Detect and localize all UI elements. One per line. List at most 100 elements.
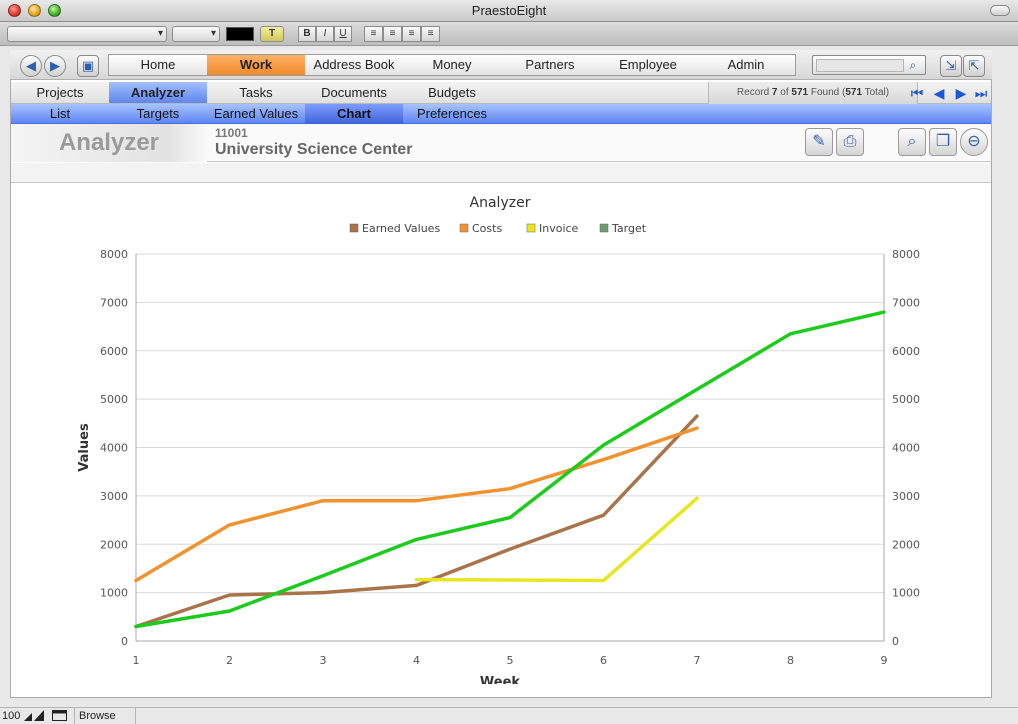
- tab-money[interactable]: Money: [403, 55, 501, 75]
- tab-home[interactable]: Home: [109, 55, 207, 75]
- forward-arrow-icon[interactable]: ▶: [44, 55, 66, 77]
- y-tick-label: 3000: [100, 490, 128, 503]
- project-number: 11001: [215, 126, 248, 140]
- x-tick-label: 4: [413, 654, 420, 667]
- zoom-level[interactable]: 100: [2, 708, 20, 724]
- divider-band: [11, 163, 991, 183]
- next-record-icon[interactable]: ▶: [951, 84, 971, 102]
- collapse-icon[interactable]: ⇲: [940, 55, 962, 77]
- y-tick-label: 5000: [100, 393, 128, 406]
- search-box: ⌕: [812, 55, 926, 75]
- align-center-button[interactable]: ≡: [383, 26, 402, 42]
- y2-tick-label: 6000: [892, 345, 920, 358]
- legend-swatch: [526, 223, 536, 233]
- align-justify-button[interactable]: ≡: [421, 26, 440, 42]
- y2-tick-label: 4000: [892, 442, 920, 455]
- italic-button[interactable]: I: [316, 26, 334, 42]
- legend-swatch: [599, 223, 609, 233]
- chart-title: Analyzer: [470, 195, 531, 211]
- minus-icon[interactable]: ⊖: [960, 128, 988, 156]
- tab-list[interactable]: List: [11, 104, 109, 124]
- window-titlebar: PraestoEight: [0, 0, 1018, 22]
- record-header: Analyzer 11001 University Science Center…: [11, 124, 991, 162]
- legend-label: Earned Values: [362, 222, 440, 235]
- last-record-icon[interactable]: ⏭: [971, 84, 991, 102]
- minimize-window-button[interactable]: [28, 4, 41, 17]
- x-tick-label: 2: [226, 654, 233, 667]
- tab-admin[interactable]: Admin: [697, 55, 795, 75]
- y-tick-label: 8000: [100, 248, 128, 261]
- x-tick-label: 7: [694, 654, 701, 667]
- y-tick-label: 4000: [100, 442, 128, 455]
- duplicate-icon[interactable]: ❐: [929, 128, 957, 156]
- y-axis-label: Values: [77, 423, 92, 472]
- tab-preferences[interactable]: Preferences: [403, 104, 501, 124]
- font-size-select[interactable]: [172, 26, 220, 42]
- y-tick-label: 0: [121, 635, 128, 648]
- legend-label: Invoice: [539, 222, 579, 235]
- tab-address-book[interactable]: Address Book: [305, 55, 403, 75]
- y-tick-label: 2000: [100, 538, 128, 551]
- pencil-icon[interactable]: ✎: [805, 128, 833, 156]
- y-tick-label: 7000: [100, 296, 128, 309]
- tab-projects[interactable]: Projects: [11, 82, 109, 103]
- tab-targets[interactable]: Targets: [109, 104, 207, 124]
- font-family-select[interactable]: [7, 26, 167, 42]
- tab-work[interactable]: Work: [207, 55, 305, 75]
- x-tick-label: 8: [787, 654, 794, 667]
- tab-tasks[interactable]: Tasks: [207, 82, 305, 103]
- y2-tick-label: 5000: [892, 393, 920, 406]
- x-tick-label: 3: [320, 654, 327, 667]
- sub-tabs-row: Projects Analyzer Tasks Documents Budget…: [11, 82, 991, 104]
- mode-indicator[interactable]: Browse: [74, 708, 136, 724]
- x-tick-label: 5: [507, 654, 514, 667]
- x-axis-label: Week: [480, 675, 521, 684]
- y-tick-label: 6000: [100, 345, 128, 358]
- find-icon[interactable]: ⌕: [898, 128, 926, 156]
- legend-swatch: [349, 223, 359, 233]
- tab-chart[interactable]: Chart: [305, 104, 403, 124]
- y2-tick-label: 0: [892, 635, 899, 648]
- text-color-swatch[interactable]: [226, 27, 254, 41]
- legend-swatch: [459, 223, 469, 233]
- y2-tick-label: 8000: [892, 248, 920, 261]
- tab-partners[interactable]: Partners: [501, 55, 599, 75]
- y2-tick-label: 2000: [892, 538, 920, 551]
- y2-tick-label: 1000: [892, 587, 920, 600]
- analyzer-chart: Analyzer Earned Values Costs Invoice Target 0…: [11, 184, 991, 684]
- project-name: University Science Center: [215, 141, 413, 158]
- back-arrow-icon[interactable]: ◀: [20, 55, 42, 77]
- tab-analyzer[interactable]: Analyzer: [109, 82, 207, 103]
- record-counter: Record 7 of 571 Found (571 Total): [708, 82, 918, 104]
- zoom-slider-icon[interactable]: [24, 710, 48, 721]
- align-right-button[interactable]: ≡: [402, 26, 421, 42]
- underline-button[interactable]: U: [334, 26, 352, 42]
- tab-documents[interactable]: Documents: [305, 82, 403, 103]
- zoom-window-button[interactable]: [48, 4, 61, 17]
- x-tick-label: 1: [133, 654, 140, 667]
- x-tick-label: 9: [881, 654, 888, 667]
- tab-earned-values[interactable]: Earned Values: [207, 104, 305, 124]
- layout-view-icon[interactable]: [52, 710, 68, 721]
- text-highlight-button[interactable]: T: [260, 26, 284, 42]
- toolbar-toggle-button[interactable]: [990, 5, 1010, 16]
- close-window-button[interactable]: [8, 4, 21, 17]
- bold-button[interactable]: B: [298, 26, 316, 42]
- expand-icon[interactable]: ⇱: [963, 55, 985, 77]
- tab-employee[interactable]: Employee: [599, 55, 697, 75]
- y-tick-label: 1000: [100, 587, 128, 600]
- x-tick-label: 6: [600, 654, 607, 667]
- tv-icon[interactable]: ▣: [77, 55, 99, 77]
- view-tabs-row: List Targets Earned Values Chart Prefere…: [11, 104, 991, 124]
- first-record-icon[interactable]: ⏮: [907, 84, 927, 102]
- search-icon[interactable]: ⌕: [904, 57, 922, 73]
- align-left-button[interactable]: ≡: [364, 26, 383, 42]
- search-input[interactable]: [816, 59, 904, 72]
- format-toolbar: T B I U ≡ ≡ ≡ ≡: [0, 22, 1018, 46]
- legend-label: Target: [611, 222, 647, 235]
- tab-budgets[interactable]: Budgets: [403, 82, 501, 103]
- y2-tick-label: 3000: [892, 490, 920, 503]
- legend-label: Costs: [472, 222, 502, 235]
- previous-record-icon[interactable]: ◀: [929, 84, 949, 102]
- printer-icon[interactable]: ⎙: [836, 128, 864, 156]
